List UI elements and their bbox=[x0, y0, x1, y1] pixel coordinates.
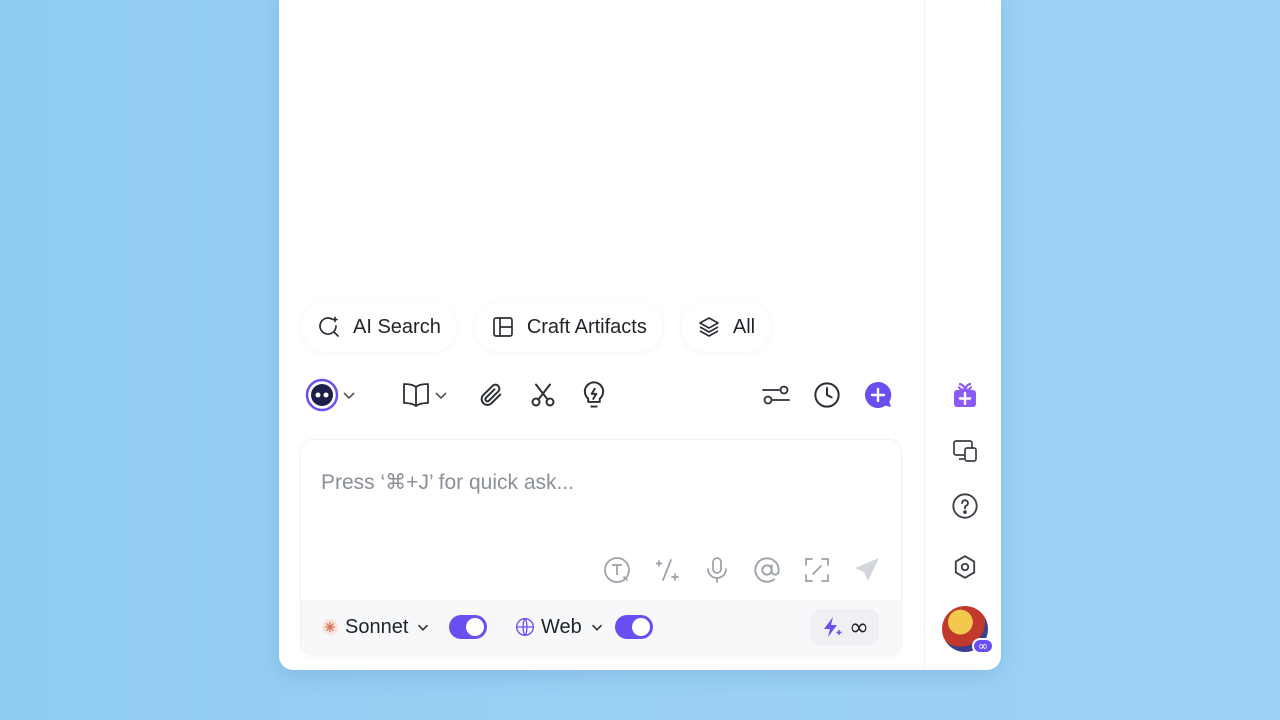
lightbulb-icon bbox=[583, 381, 605, 408]
chevron-down-icon bbox=[591, 624, 602, 631]
chat-settings-button[interactable] bbox=[760, 373, 792, 417]
craft-artifacts-label: Craft Artifacts bbox=[526, 315, 647, 338]
sliders-icon bbox=[762, 385, 790, 405]
devices-icon bbox=[953, 440, 977, 462]
craft-artifacts-chip[interactable]: Craft Artifacts bbox=[474, 302, 663, 352]
search-sparkle-icon bbox=[319, 316, 339, 337]
chevron-down-icon bbox=[418, 624, 429, 631]
chat-history-button[interactable] bbox=[813, 373, 841, 417]
scissors-icon bbox=[531, 383, 555, 407]
gift-button[interactable] bbox=[949, 379, 981, 411]
chat-input[interactable] bbox=[321, 468, 881, 498]
book-icon bbox=[403, 383, 429, 407]
web-label: Web bbox=[541, 615, 582, 638]
model-selector[interactable]: Sonnet bbox=[321, 616, 432, 639]
new-chat-button[interactable] bbox=[863, 373, 893, 417]
model-toggle[interactable] bbox=[449, 615, 487, 639]
clock-icon bbox=[814, 382, 840, 408]
microphone-icon bbox=[707, 557, 727, 583]
boost-button[interactable]: ∞ bbox=[811, 609, 879, 645]
bot-face-icon bbox=[305, 378, 339, 412]
ai-search-label: AI Search bbox=[353, 315, 441, 338]
all-chip[interactable]: All bbox=[680, 302, 772, 352]
chat-input-card: Sonnet Web ∞ bbox=[301, 440, 901, 654]
paperclip-icon bbox=[480, 383, 502, 406]
help-icon bbox=[952, 493, 978, 519]
prompt-ideas-button[interactable] bbox=[580, 373, 608, 417]
help-button[interactable] bbox=[949, 490, 981, 522]
web-toggle[interactable] bbox=[615, 615, 653, 639]
input-tools bbox=[601, 554, 883, 586]
chat-area: AI Search Craft Artifacts All Press ‘⌘+J… bbox=[279, 0, 924, 670]
expand-button[interactable] bbox=[801, 554, 833, 586]
toggle-knob bbox=[632, 618, 650, 636]
all-label: All bbox=[732, 315, 756, 338]
model-label: Sonnet bbox=[345, 615, 409, 638]
mention-button[interactable] bbox=[751, 554, 783, 586]
ai-search-chip[interactable]: AI Search bbox=[301, 302, 457, 352]
avatar-badge: ∞ bbox=[972, 638, 994, 654]
attach-file-button[interactable] bbox=[477, 373, 505, 417]
text-translate-icon bbox=[604, 557, 630, 583]
toggle-knob bbox=[466, 618, 484, 636]
gear-icon bbox=[954, 555, 976, 579]
lightning-sparkle-icon bbox=[824, 617, 842, 637]
composer-bottom-bar: Sonnet Web ∞ bbox=[301, 600, 901, 654]
bot-selector-button[interactable] bbox=[305, 373, 359, 417]
send-icon bbox=[855, 558, 879, 581]
web-selector[interactable]: Web bbox=[515, 616, 606, 639]
composer-toolbar bbox=[301, 373, 901, 417]
new-chat-icon bbox=[864, 381, 892, 408]
right-rail: ∞ bbox=[925, 0, 1001, 670]
quick-action-chips: AI Search Craft Artifacts All bbox=[301, 302, 772, 352]
layout-icon bbox=[492, 317, 513, 337]
devices-button[interactable] bbox=[949, 435, 981, 467]
knowledge-book-button[interactable] bbox=[401, 373, 451, 417]
chevron-down-icon bbox=[435, 392, 447, 400]
prompt-slash-button[interactable] bbox=[651, 554, 683, 586]
globe-icon bbox=[516, 618, 534, 636]
send-button[interactable] bbox=[851, 554, 883, 586]
claude-sparkle-icon bbox=[322, 619, 338, 635]
user-avatar[interactable]: ∞ bbox=[942, 606, 994, 654]
gift-icon bbox=[954, 382, 976, 407]
voice-input-button[interactable] bbox=[701, 554, 733, 586]
translate-button[interactable] bbox=[601, 554, 633, 586]
settings-button[interactable] bbox=[949, 551, 981, 583]
chevron-down-icon bbox=[343, 392, 355, 400]
expand-icon bbox=[805, 558, 829, 582]
screenshot-button[interactable] bbox=[529, 373, 557, 417]
slash-sparkle-icon bbox=[655, 559, 679, 581]
boost-symbol: ∞ bbox=[849, 613, 869, 641]
at-sign-icon bbox=[754, 557, 780, 583]
layers-icon bbox=[699, 317, 719, 337]
